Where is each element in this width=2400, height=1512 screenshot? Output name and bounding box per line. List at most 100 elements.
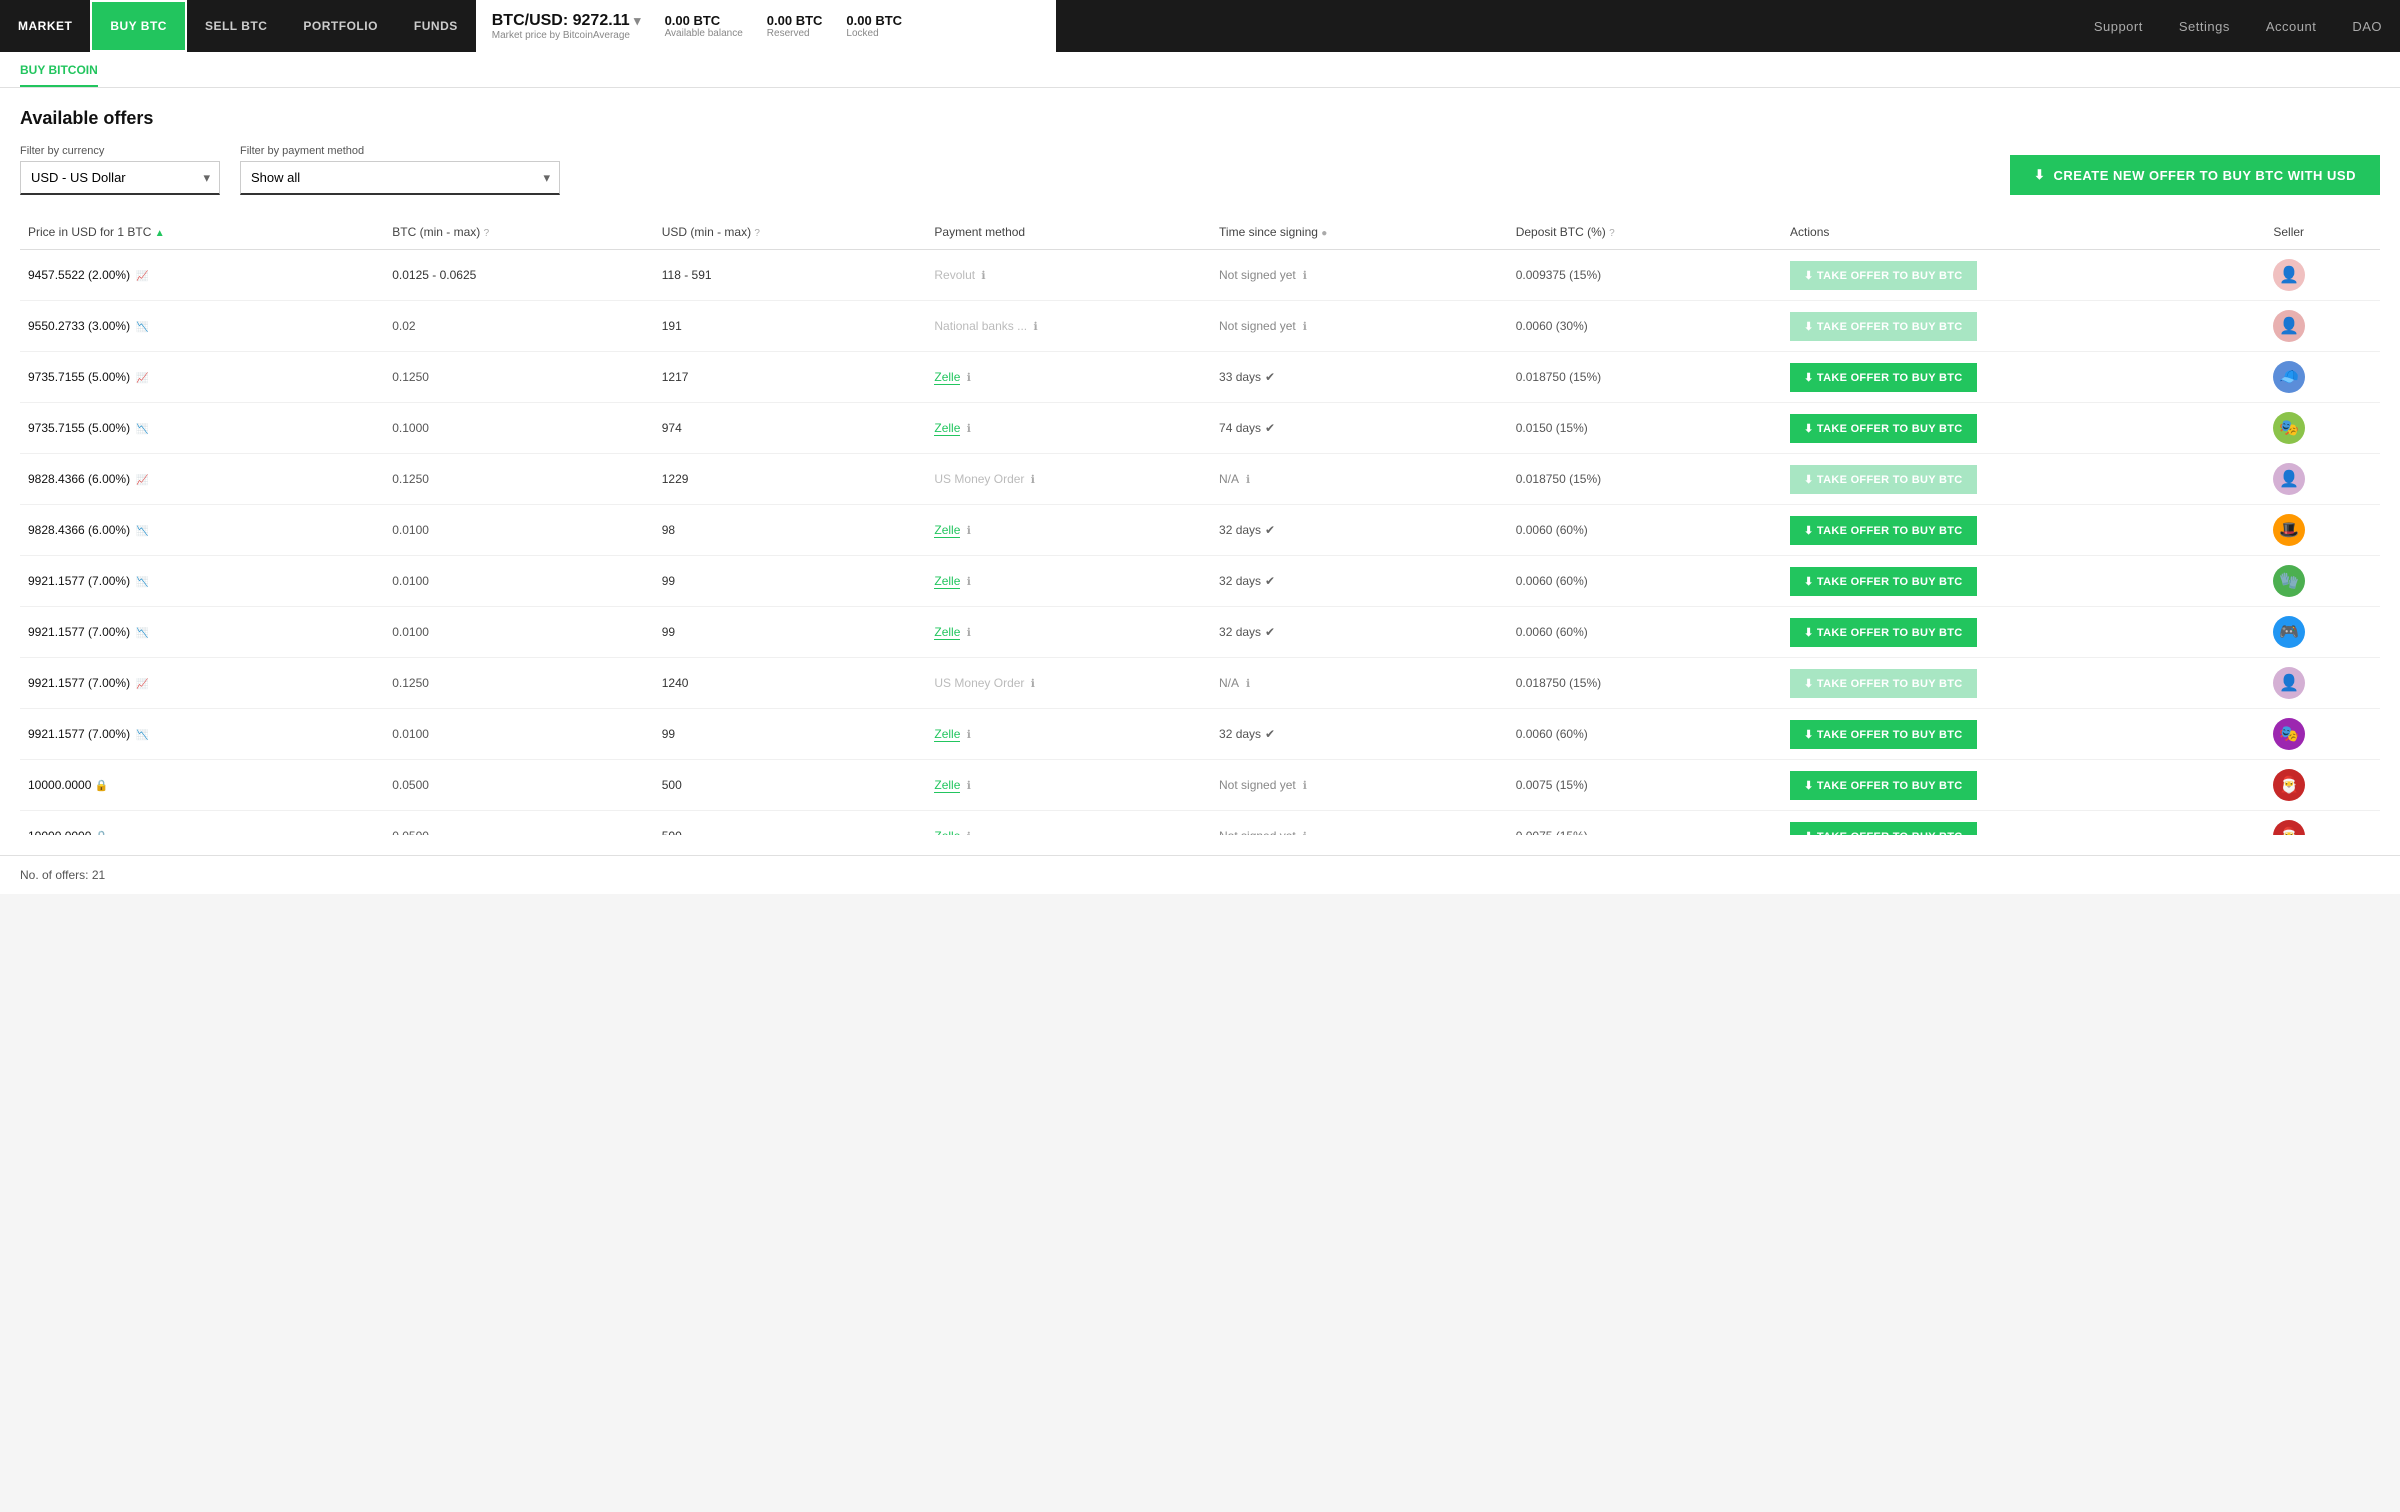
payment-info-icon[interactable]: ℹ — [1031, 474, 1035, 486]
deposit-help-icon[interactable]: ? — [1609, 228, 1615, 239]
seller-avatar[interactable]: 🧢 — [2273, 361, 2305, 393]
seller-avatar[interactable]: 👤 — [2273, 310, 2305, 342]
th-price: Price in USD for 1 BTC ▲ — [20, 215, 384, 250]
signing-info-icon[interactable]: ℹ — [1246, 677, 1250, 690]
verified-icon: ✔ — [1265, 574, 1275, 588]
nav-dao[interactable]: DAO — [2334, 0, 2400, 52]
take-offer-button[interactable]: ⬇ TAKE OFFER TO BUY BTC — [1790, 567, 1977, 596]
seller-avatar[interactable]: 👤 — [2273, 463, 2305, 495]
signing-not-yet: Not signed yet ℹ — [1219, 778, 1500, 792]
nav-buy-btc[interactable]: BUY BTC — [90, 0, 187, 52]
payment-info-icon[interactable]: ℹ — [967, 627, 971, 639]
payment-info-icon[interactable]: ℹ — [967, 780, 971, 792]
take-offer-button[interactable]: ⬇ TAKE OFFER TO BUY BTC — [1790, 363, 1977, 392]
signing-cell: Not signed yet ℹ — [1211, 760, 1508, 811]
payment-link[interactable]: Zelle — [934, 523, 960, 538]
deposit-value: 0.0075 (15%) — [1516, 829, 1588, 835]
nav-portfolio[interactable]: PORTFOLIO — [285, 0, 396, 52]
payment-info-icon[interactable]: ℹ — [967, 576, 971, 588]
usd-range-value: 99 — [662, 727, 675, 741]
payment-link[interactable]: Zelle — [934, 727, 960, 742]
nav-funds[interactable]: FUNDS — [396, 0, 476, 52]
price-value: 9457.5522 (2.00%) — [28, 268, 130, 282]
sort-arrow-icon[interactable]: ▲ — [155, 228, 165, 239]
price-dropdown-icon[interactable]: ▾ — [634, 13, 641, 28]
seller-cell: 👤 — [2265, 301, 2380, 352]
action-cell: ⬇ TAKE OFFER TO BUY BTC — [1782, 811, 2265, 836]
payment-link[interactable]: Zelle — [934, 778, 960, 793]
trend-down-icon: 📉 — [136, 628, 148, 639]
take-offer-button[interactable]: ⬇ TAKE OFFER TO BUY BTC — [1790, 771, 1977, 800]
seller-avatar[interactable]: 👤 — [2273, 259, 2305, 291]
payment-info-icon[interactable]: ℹ — [981, 270, 985, 282]
btc-help-icon[interactable]: ? — [484, 228, 490, 239]
seller-avatar[interactable]: 🎅 — [2273, 769, 2305, 801]
take-offer-button: ⬇ TAKE OFFER TO BUY BTC — [1790, 669, 1977, 698]
payment-select[interactable]: Show all — [240, 161, 560, 195]
take-offer-button[interactable]: ⬇ TAKE OFFER TO BUY BTC — [1790, 516, 1977, 545]
usd-range-cell: 98 — [654, 505, 927, 556]
payment-link[interactable]: Zelle — [934, 574, 960, 589]
action-cell: ⬇ TAKE OFFER TO BUY BTC — [1782, 760, 2265, 811]
take-offer-button[interactable]: ⬇ TAKE OFFER TO BUY BTC — [1790, 618, 1977, 647]
deposit-cell: 0.0075 (15%) — [1508, 760, 1782, 811]
lock-icon: 🔒 — [95, 780, 109, 792]
payment-info-icon[interactable]: ℹ — [967, 372, 971, 384]
th-signing: Time since signing ● — [1211, 215, 1508, 250]
take-offer-button[interactable]: ⬇ TAKE OFFER TO BUY BTC — [1790, 822, 1977, 836]
seller-avatar[interactable]: 👤 — [2273, 667, 2305, 699]
payment-cell: US Money Order ℹ — [926, 454, 1211, 505]
payment-info-icon[interactable]: ℹ — [1033, 321, 1037, 333]
payment-link[interactable]: Zelle — [934, 625, 960, 640]
seller-cell: 🧤 — [2265, 556, 2380, 607]
usd-range-value: 99 — [662, 574, 675, 588]
currency-select[interactable]: USD - US Dollar — [20, 161, 220, 195]
price-cell: 9735.7155 (5.00%) 📉 — [20, 403, 384, 454]
th-deposit: Deposit BTC (%) ? — [1508, 215, 1782, 250]
section-title: Available offers — [20, 108, 2380, 129]
signing-verified: 32 days ✔ — [1219, 523, 1500, 537]
nav-sell-btc[interactable]: SELL BTC — [187, 0, 285, 52]
signing-info-icon[interactable]: ℹ — [1303, 320, 1307, 333]
payment-link[interactable]: Zelle — [934, 370, 960, 385]
payment-info-icon[interactable]: ℹ — [967, 525, 971, 537]
payment-info-icon[interactable]: ℹ — [1031, 678, 1035, 690]
nav-settings[interactable]: Settings — [2161, 0, 2248, 52]
action-cell: ⬇ TAKE OFFER TO BUY BTC — [1782, 658, 2265, 709]
payment-cell: Zelle ℹ — [926, 556, 1211, 607]
create-offer-button[interactable]: ⬇ CREATE NEW OFFER TO BUY BTC WITH USD — [2010, 155, 2380, 195]
take-offer-button[interactable]: ⬇ TAKE OFFER TO BUY BTC — [1790, 414, 1977, 443]
signing-info-icon[interactable]: ℹ — [1303, 830, 1307, 836]
nav-account[interactable]: Account — [2248, 0, 2334, 52]
trend-down-icon: 📉 — [136, 424, 148, 435]
deposit-cell: 0.0060 (60%) — [1508, 505, 1782, 556]
seller-avatar[interactable]: 🎭 — [2273, 718, 2305, 750]
reserved-balance-value: 0.00 BTC — [767, 13, 823, 28]
deposit-cell: 0.0075 (15%) — [1508, 811, 1782, 836]
price-value: 9828.4366 (6.00%) — [28, 523, 130, 537]
currency-select-wrapper: USD - US Dollar — [20, 161, 220, 195]
payment-info-icon[interactable]: ℹ — [967, 423, 971, 435]
nav-market[interactable]: MARKET — [0, 0, 90, 52]
action-cell: ⬇ TAKE OFFER TO BUY BTC — [1782, 505, 2265, 556]
seller-avatar[interactable]: 🎅 — [2273, 820, 2305, 835]
btc-range-value: 0.02 — [392, 319, 415, 333]
nav-support[interactable]: Support — [2076, 0, 2161, 52]
payment-link[interactable]: Zelle — [934, 829, 960, 835]
payment-disabled: US Money Order — [934, 472, 1024, 486]
seller-avatar[interactable]: 🎭 — [2273, 412, 2305, 444]
signing-info-icon[interactable]: ℹ — [1303, 269, 1307, 282]
signing-help-icon[interactable]: ● — [1321, 228, 1327, 239]
payment-link[interactable]: Zelle — [934, 421, 960, 436]
signing-info-icon[interactable]: ℹ — [1246, 473, 1250, 486]
usd-range-value: 1240 — [662, 676, 689, 690]
signing-info-icon[interactable]: ℹ — [1303, 779, 1307, 792]
usd-help-icon[interactable]: ? — [754, 228, 760, 239]
seller-avatar[interactable]: 🎮 — [2273, 616, 2305, 648]
seller-avatar[interactable]: 🧤 — [2273, 565, 2305, 597]
payment-info-icon[interactable]: ℹ — [967, 729, 971, 741]
take-offer-button[interactable]: ⬇ TAKE OFFER TO BUY BTC — [1790, 720, 1977, 749]
seller-avatar[interactable]: 🎩 — [2273, 514, 2305, 546]
deposit-value: 0.018750 (15%) — [1516, 472, 1601, 486]
payment-info-icon[interactable]: ℹ — [967, 831, 971, 835]
